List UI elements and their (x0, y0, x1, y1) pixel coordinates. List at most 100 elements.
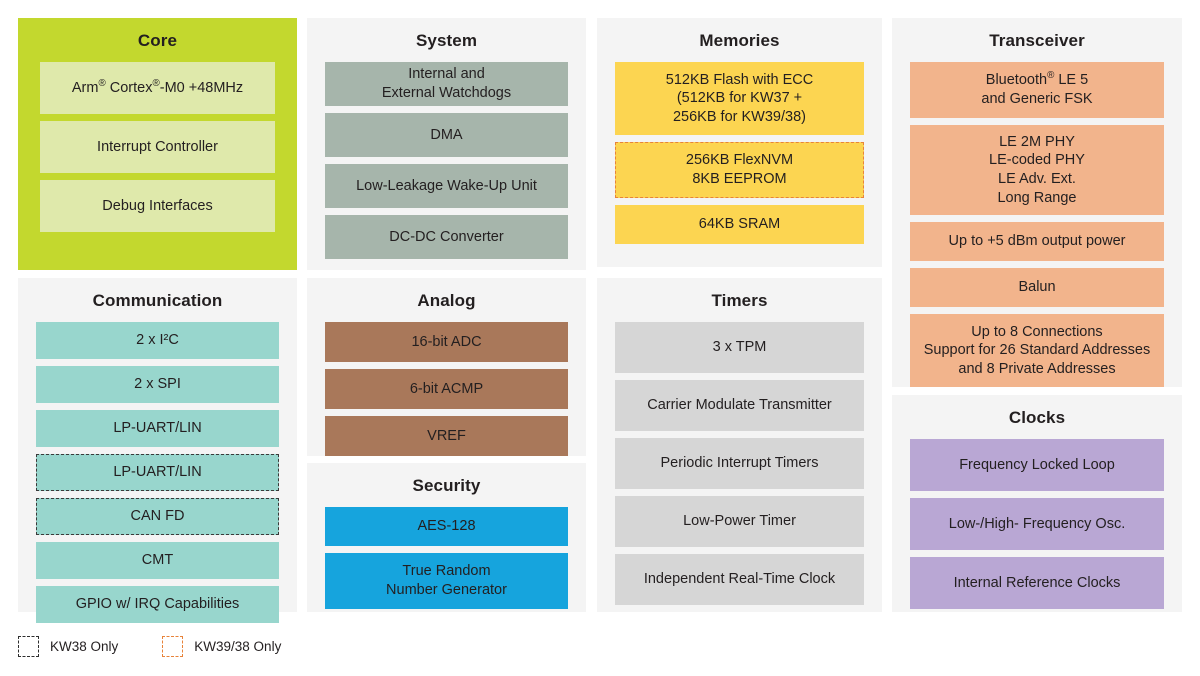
block-list-memories: 512KB Flash with ECC (512KB for KW37 +256… (597, 62, 882, 258)
block-label: Carrier Modulate Transmitter (647, 397, 832, 414)
block-diagram: Core Arm® Cortex®-M0 +48MHz Interrupt Con… (0, 0, 1200, 676)
block-label: Low-Power Timer (683, 513, 796, 530)
block-clocks-2: Internal Reference Clocks (910, 557, 1164, 609)
block-label: Internal and External Watchdogs (381, 66, 512, 101)
block-label: 3 x TPM (712, 339, 767, 356)
panel-title-system: System (415, 31, 478, 50)
block-timers-4: Independent Real-Time Clock (615, 554, 864, 605)
block-memories-0: 512KB Flash with ECC (512KB for KW37 +256… (615, 62, 864, 135)
block-label: 64KB SRAM (698, 216, 781, 233)
block-label: Balun (1018, 279, 1056, 296)
block-label: Debug Interfaces (102, 197, 213, 214)
panel-title-analog: Analog (417, 291, 476, 310)
block-system-2: Low-Leakage Wake-Up Unit (325, 164, 568, 208)
block-label: Periodic Interrupt Timers (660, 455, 819, 472)
panel-system: System Internal and External Watchdogs DMA… (307, 18, 586, 270)
block-clocks-0: Frequency Locked Loop (910, 439, 1164, 491)
block-label: Bluetooth® LE 5 and Generic FSK (981, 70, 1093, 107)
block-timers-0: 3 x TPM (615, 322, 864, 373)
block-communication-2: LP-UART/LIN (36, 410, 279, 447)
panel-title-transceiver: Transceiver (989, 31, 1085, 50)
block-list-timers: 3 x TPM Carrier Modulate Transmitter Perio… (597, 322, 882, 619)
block-list-analog: 16-bit ADC 6-bit ACMP VREF (307, 322, 586, 470)
block-label: VREF (427, 427, 466, 444)
panel-title-clocks: Clocks (1008, 408, 1066, 427)
block-transceiver-1: LE 2M PHY LE-coded PHY LE Adv. Ext. Long Ra… (910, 125, 1164, 215)
block-label: Low-/High- Frequency Osc. (948, 515, 1126, 532)
block-security-0: AES-128 (325, 507, 568, 546)
block-system-0: Internal and External Watchdogs (325, 62, 568, 106)
block-label: CAN FD (130, 508, 185, 525)
block-transceiver-4: Up to 8 Connections Support for 26 Standa… (910, 314, 1164, 387)
block-communication-6: GPIO w/ IRQ Capabilities (36, 586, 279, 623)
block-core-1: Interrupt Controller (40, 121, 275, 173)
panel-security: Security AES-128 True Random Number Genera… (307, 463, 586, 612)
block-security-1: True Random Number Generator (325, 553, 568, 609)
block-list-system: Internal and External Watchdogs DMA Low-Lea… (307, 62, 586, 273)
block-label: Interrupt Controller (97, 138, 218, 155)
legend: KW38 Only KW39/38 Only (18, 636, 281, 657)
block-memories-2: 64KB SRAM (615, 205, 864, 244)
block-clocks-1: Low-/High- Frequency Osc. (910, 498, 1164, 550)
panel-title-timers: Timers (711, 291, 768, 310)
panel-timers: Timers 3 x TPM Carrier Modulate Transmitt… (597, 278, 882, 612)
block-label: Up to +5 dBm output power (948, 233, 1126, 250)
legend-swatch-black-icon (18, 636, 39, 657)
block-system-1: DMA (325, 113, 568, 157)
panel-title-memories: Memories (699, 31, 780, 50)
block-communication-4: CAN FD (36, 498, 279, 535)
block-label: GPIO w/ IRQ Capabilities (75, 596, 240, 613)
legend-item-0: KW38 Only (18, 636, 118, 657)
block-label: Independent Real-Time Clock (643, 571, 836, 588)
block-transceiver-3: Balun (910, 268, 1164, 307)
block-label: LE 2M PHY LE-coded PHY LE Adv. Ext. Long Ra… (989, 133, 1085, 206)
block-list-transceiver: Bluetooth® LE 5 and Generic FSK LE 2M PHY L… (892, 62, 1182, 401)
block-label: 512KB Flash with ECC (512KB for KW37 +256… (665, 71, 814, 125)
block-label: CMT (141, 552, 174, 569)
block-analog-1: 6-bit ACMP (325, 369, 568, 409)
block-list-clocks: Frequency Locked Loop Low-/High- Frequenc… (892, 439, 1182, 623)
block-label: Low-Leakage Wake-Up Unit (356, 177, 537, 194)
block-label: 2 x I²C (136, 332, 179, 349)
panel-communication: Communication 2 x I²C 2 x SPI LP-UART/LIN L… (18, 278, 297, 623)
panel-title-security: Security (412, 476, 481, 495)
block-timers-1: Carrier Modulate Transmitter (615, 380, 864, 431)
block-transceiver-2: Up to +5 dBm output power (910, 222, 1164, 261)
legend-swatch-orange-icon (162, 636, 184, 657)
block-timers-2: Periodic Interrupt Timers (615, 438, 864, 489)
block-label: LP-UART/LIN (113, 420, 202, 437)
block-communication-1: 2 x SPI (36, 366, 279, 403)
legend-label: KW38 Only (50, 639, 119, 654)
block-list-core: Arm® Cortex®-M0 +48MHz Interrupt Controll… (18, 62, 297, 252)
panel-clocks: Clocks Frequency Locked Loop Low-/High- F… (892, 395, 1182, 612)
legend-label: KW39/38 Only (194, 639, 282, 654)
block-label: DC-DC Converter (389, 228, 504, 245)
block-label: Up to 8 Connections Support for 26 Standa… (923, 323, 1151, 377)
block-system-3: DC-DC Converter (325, 215, 568, 259)
block-communication-0: 2 x I²C (36, 322, 279, 359)
block-communication-5: CMT (36, 542, 279, 579)
panel-title-communication: Communication (92, 291, 223, 310)
block-analog-0: 16-bit ADC (325, 322, 568, 362)
block-timers-3: Low-Power Timer (615, 496, 864, 547)
panel-core: Core Arm® Cortex®-M0 +48MHz Interrupt Con… (18, 18, 297, 270)
panel-title-core: Core (137, 31, 178, 50)
block-list-security: AES-128 True Random Number Generator (307, 507, 586, 623)
panel-memories: Memories 512KB Flash with ECC (512KB for … (597, 18, 882, 267)
block-transceiver-0: Bluetooth® LE 5 and Generic FSK (910, 62, 1164, 118)
block-core-2: Debug Interfaces (40, 180, 275, 232)
block-label: 2 x SPI (134, 376, 181, 393)
block-core-0: Arm® Cortex®-M0 +48MHz (40, 62, 275, 114)
block-analog-2: VREF (325, 416, 568, 456)
block-memories-1: 256KB FlexNVM 8KB EEPROM (615, 142, 864, 198)
block-list-communication: 2 x I²C 2 x SPI LP-UART/LIN LP-UART/LIN CAN … (18, 322, 297, 637)
legend-item-1: KW39/38 Only (162, 636, 281, 657)
block-label: 256KB FlexNVM 8KB EEPROM (685, 152, 794, 187)
block-label: 6-bit ACMP (409, 380, 484, 397)
block-label: LP-UART/LIN (113, 464, 202, 481)
block-communication-3: LP-UART/LIN (36, 454, 279, 491)
block-label: AES-128 (417, 518, 476, 535)
block-label: True Random Number Generator (386, 563, 507, 598)
block-label: Frequency Locked Loop (959, 456, 1115, 473)
panel-transceiver: Transceiver Bluetooth® LE 5 and Generic F… (892, 18, 1182, 387)
